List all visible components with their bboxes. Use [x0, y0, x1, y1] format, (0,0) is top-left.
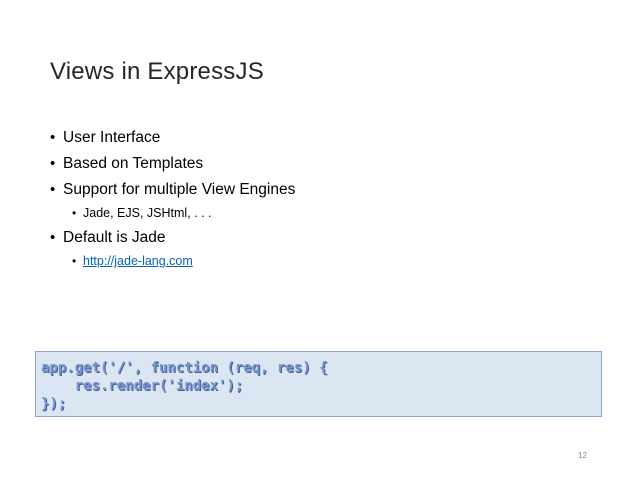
code-line: });: [41, 396, 67, 412]
code-block: app.get('/', function (req, res) { res.r…: [35, 351, 602, 417]
bullet-dot: •: [50, 155, 56, 172]
bullet-user-interface: • User Interface: [50, 128, 295, 148]
bullet-text: Support for multiple View Engines: [63, 181, 296, 198]
bullet-default-jade: • Default is Jade: [50, 228, 295, 248]
bullet-dot: •: [50, 229, 56, 246]
bullet-text: Default is Jade: [63, 229, 166, 246]
bullet-dot: •: [72, 206, 77, 220]
sub-bullet-engine-list: • Jade, EJS, JSHtml, . . .: [72, 204, 295, 222]
jade-lang-link[interactable]: http://jade-lang.com: [83, 254, 193, 268]
bullet-text: Based on Templates: [63, 155, 204, 172]
sub-bullet-jade-link: • http://jade-lang.com: [72, 252, 295, 270]
slide-title: Views in ExpressJS: [50, 58, 264, 85]
bullet-based-on-templates: • Based on Templates: [50, 154, 295, 174]
bullet-list: • User Interface • Based on Templates • …: [50, 128, 295, 270]
code-line: app.get('/', function (req, res) {: [41, 360, 328, 376]
code-line: res.render('index');: [41, 378, 244, 394]
page-number: 12: [578, 451, 587, 460]
sub-bullet-text: Jade, EJS, JSHtml, . . .: [83, 206, 212, 220]
bullet-text: User Interface: [63, 129, 161, 146]
bullet-dot: •: [50, 181, 56, 198]
bullet-dot: •: [72, 254, 77, 268]
bullet-view-engines: • Support for multiple View Engines: [50, 180, 295, 200]
bullet-dot: •: [50, 129, 56, 146]
slide: Views in ExpressJS • User Interface • Ba…: [0, 0, 638, 478]
